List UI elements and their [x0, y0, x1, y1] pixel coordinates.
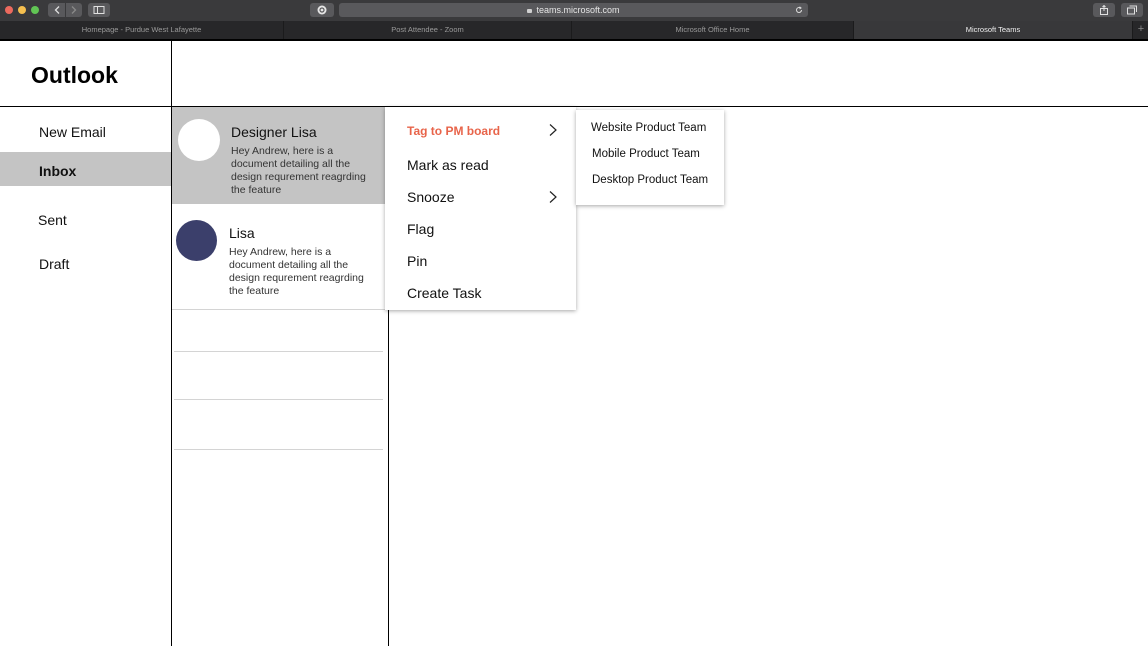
submenu-item-mobile-product-team[interactable]: Mobile Product Team: [592, 148, 700, 160]
address-bar[interactable]: teams.microsoft.com: [339, 3, 808, 17]
email-list-item[interactable]: Lisa Hey Andrew, here is a document deta…: [172, 204, 385, 310]
email-list-item[interactable]: Designer Lisa Hey Andrew, here is a docu…: [172, 107, 385, 204]
menu-item-pin[interactable]: Pin: [407, 253, 427, 269]
avatar: [176, 220, 217, 261]
share-button[interactable]: [1093, 3, 1115, 17]
chrome-separator: [0, 39, 1148, 41]
email-preview: Hey Andrew, here is a document detailing…: [229, 246, 364, 297]
sidebar-item-draft[interactable]: Draft: [39, 256, 69, 272]
browser-tab-bar: Homepage - Purdue West Lafayette Post At…: [0, 21, 1148, 39]
browser-tab[interactable]: Post Attendee - Zoom: [284, 21, 572, 39]
browser-tab[interactable]: Homepage - Purdue West Lafayette: [0, 21, 284, 39]
tab-overview-button[interactable]: [1121, 3, 1143, 17]
reload-button[interactable]: [794, 3, 804, 17]
menu-item-flag[interactable]: Flag: [407, 221, 434, 237]
chevron-right-icon: [549, 124, 557, 136]
context-menu: Tag to PM board Mark as read Snooze Flag…: [385, 107, 576, 310]
sidebar-item-label[interactable]: Inbox: [39, 163, 76, 179]
list-row-divider: [174, 449, 383, 450]
avatar: [178, 119, 220, 161]
email-sender: Designer Lisa: [231, 124, 317, 140]
list-row-divider: [174, 399, 383, 400]
window-maximize-button[interactable]: [31, 6, 39, 14]
sidebar-icon: [93, 6, 105, 14]
sidebar-toggle-button[interactable]: [88, 3, 110, 17]
chevron-right-icon: [549, 191, 557, 203]
email-preview: Hey Andrew, here is a document detailing…: [231, 145, 366, 196]
pm-board-submenu: Website Product Team Mobile Product Team…: [576, 110, 724, 205]
forward-button[interactable]: [65, 3, 82, 17]
browser-tab-active[interactable]: Microsoft Teams: [854, 21, 1133, 39]
share-icon: [1100, 5, 1108, 15]
grammarly-icon: [317, 5, 327, 15]
menu-item-snooze[interactable]: Snooze: [407, 189, 454, 205]
sidebar-item-sent[interactable]: Sent: [38, 212, 67, 228]
list-row-divider: [174, 351, 383, 352]
email-sender: Lisa: [229, 225, 255, 241]
sidebar-item-inbox[interactable]: [0, 152, 171, 186]
reload-icon: [796, 6, 802, 13]
browser-tab[interactable]: Microsoft Office Home: [572, 21, 854, 39]
chevron-left-icon: [54, 6, 59, 14]
new-tab-button[interactable]: +: [1134, 21, 1148, 39]
lock-icon: [527, 9, 533, 13]
window-close-button[interactable]: [5, 6, 13, 14]
browser-toolbar: teams.microsoft.com: [0, 0, 1148, 21]
submenu-item-website-product-team[interactable]: Website Product Team: [591, 122, 706, 134]
menu-item-mark-as-read[interactable]: Mark as read: [407, 157, 489, 173]
back-button[interactable]: [48, 3, 65, 17]
menu-item-create-task[interactable]: Create Task: [407, 285, 481, 301]
menu-item-tag-to-pm-board[interactable]: Tag to PM board: [407, 124, 500, 138]
tabs-icon: [1127, 5, 1137, 15]
app-title: Outlook: [31, 62, 118, 88]
url-text: teams.microsoft.com: [536, 5, 620, 15]
submenu-item-desktop-product-team[interactable]: Desktop Product Team: [592, 174, 708, 186]
window-minimize-button[interactable]: [18, 6, 26, 14]
extension-button[interactable]: [310, 3, 334, 17]
chevron-right-icon: [71, 6, 77, 14]
new-email-button[interactable]: New Email: [39, 124, 106, 140]
history-nav: [48, 3, 82, 17]
